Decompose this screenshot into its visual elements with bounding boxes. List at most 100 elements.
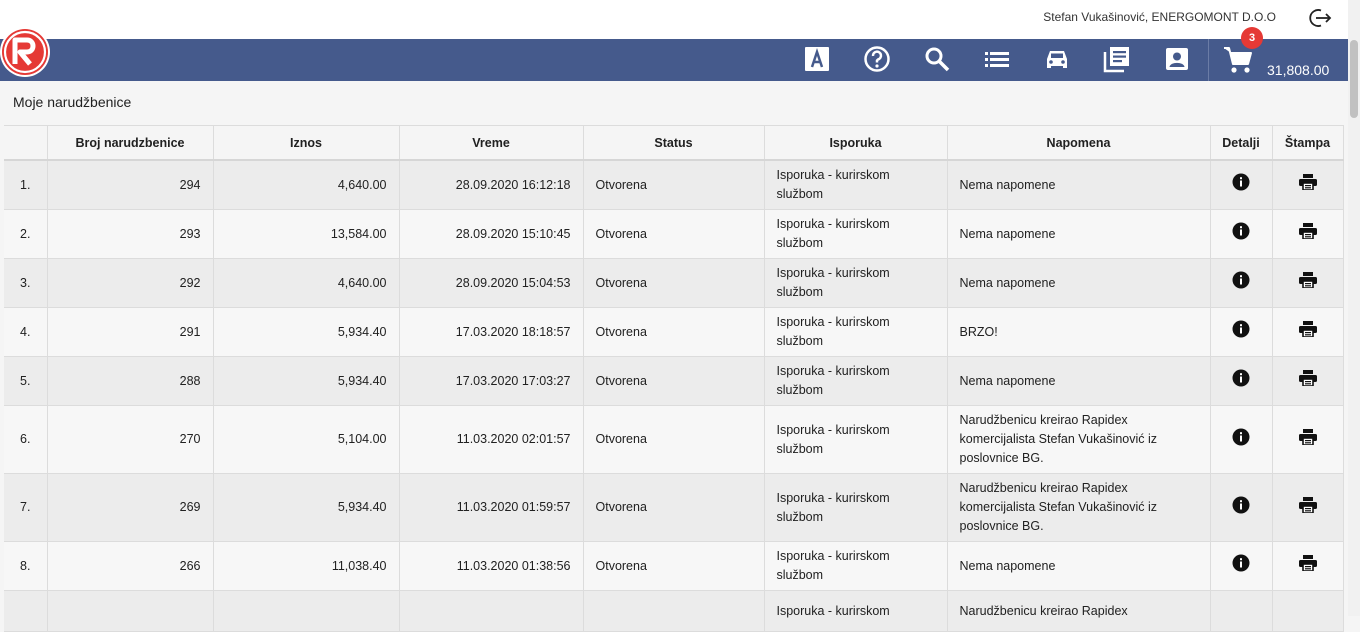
row-index: 8. <box>4 541 48 591</box>
scrollbar-thumb[interactable] <box>1350 40 1358 118</box>
table-header-row: Broj narudzbenice Iznos Vreme Status Isp… <box>4 125 1344 161</box>
letter-a-icon[interactable] <box>802 44 832 74</box>
car-icon[interactable] <box>1042 44 1072 74</box>
order-number-cell: 266 <box>47 541 214 591</box>
row-index <box>4 590 48 632</box>
print-icon[interactable] <box>1298 496 1317 519</box>
print-icon[interactable] <box>1298 272 1317 294</box>
time-cell: 11.03.2020 02:01:57 <box>399 405 584 474</box>
table-row[interactable]: Isporuka - kurirskom Narudžbenicu kreirao… <box>4 590 1344 632</box>
info-icon[interactable] <box>1232 428 1250 452</box>
details-cell <box>1210 356 1273 406</box>
order-number-cell: 269 <box>47 473 214 542</box>
time-cell: 11.03.2020 01:59:57 <box>399 473 584 542</box>
status-cell <box>583 590 765 632</box>
amount-cell: 4,640.00 <box>213 258 400 308</box>
col-header-delivery[interactable]: Isporuka <box>764 125 948 161</box>
table-row[interactable]: 3. 292 4,640.00 28.09.2020 15:04:53 Otvorena… <box>4 258 1344 308</box>
note-cell: Nema napomene <box>947 160 1211 210</box>
main-navbar <box>0 39 1348 81</box>
details-cell <box>1210 473 1273 542</box>
search-icon[interactable] <box>922 44 952 74</box>
print-cell <box>1272 307 1344 357</box>
col-header-note[interactable]: Napomena <box>947 125 1211 161</box>
table-row[interactable]: 8. 266 11,038.40 11.03.2020 01:38:56 Otvoren… <box>4 541 1344 591</box>
info-icon[interactable] <box>1232 369 1250 393</box>
status-cell: Otvorena <box>583 405 765 474</box>
amount-cell: 5,934.40 <box>213 307 400 357</box>
vertical-scrollbar[interactable] <box>1348 0 1360 616</box>
print-icon[interactable] <box>1298 321 1317 343</box>
amount-cell: 4,640.00 <box>213 160 400 210</box>
table-row[interactable]: 6. 270 5,104.00 11.03.2020 02:01:57 Otvorena… <box>4 405 1344 474</box>
print-icon[interactable] <box>1298 555 1317 577</box>
delivery-cell: Isporuka - kurirskom službom <box>764 405 948 474</box>
table-row[interactable]: 2. 293 13,584.00 28.09.2020 15:10:45 Otvoren… <box>4 209 1344 259</box>
amount-cell: 5,934.40 <box>213 473 400 542</box>
help-icon[interactable] <box>862 44 892 74</box>
col-header-status[interactable]: Status <box>583 125 765 161</box>
details-cell <box>1210 405 1273 474</box>
print-icon[interactable] <box>1298 428 1317 451</box>
col-header-order-number[interactable]: Broj narudzbenice <box>47 125 214 161</box>
info-icon[interactable] <box>1232 271 1250 295</box>
delivery-cell: Isporuka - kurirskom službom <box>764 258 948 308</box>
col-header-time[interactable]: Vreme <box>399 125 584 161</box>
amount-cell: 5,104.00 <box>213 405 400 474</box>
info-icon[interactable] <box>1232 554 1250 578</box>
delivery-cell: Isporuka - kurirskom službom <box>764 209 948 259</box>
cart-icon[interactable] <box>1222 45 1254 75</box>
logout-icon[interactable] <box>1307 7 1333 29</box>
row-index: 5. <box>4 356 48 406</box>
order-number-cell: 270 <box>47 405 214 474</box>
contact-icon[interactable] <box>1162 44 1192 74</box>
print-cell <box>1272 590 1344 632</box>
order-number-cell: 292 <box>47 258 214 308</box>
table-row[interactable]: 4. 291 5,934.40 17.03.2020 18:18:57 Otvorena… <box>4 307 1344 357</box>
order-number-cell: 293 <box>47 209 214 259</box>
print-icon[interactable] <box>1298 174 1317 196</box>
table-row[interactable]: 5. 288 5,934.40 17.03.2020 17:03:27 Otvorena… <box>4 356 1344 406</box>
catalog-icon[interactable] <box>1102 44 1132 74</box>
print-cell <box>1272 160 1344 210</box>
amount-cell: 5,934.40 <box>213 356 400 406</box>
status-cell: Otvorena <box>583 473 765 542</box>
time-cell: 17.03.2020 17:03:27 <box>399 356 584 406</box>
row-index: 4. <box>4 307 48 357</box>
top-bar: Stefan Vukašinović, ENERGOMONT D.O.O <box>0 0 1360 39</box>
logo-mark <box>2 29 48 75</box>
list-icon[interactable] <box>982 44 1012 74</box>
status-cell: Otvorena <box>583 258 765 308</box>
details-cell <box>1210 590 1273 632</box>
details-cell <box>1210 160 1273 210</box>
print-cell <box>1272 541 1344 591</box>
info-icon[interactable] <box>1232 496 1250 520</box>
print-cell <box>1272 356 1344 406</box>
table-row[interactable]: 1. 294 4,640.00 28.09.2020 16:12:18 Otvorena… <box>4 160 1344 210</box>
info-icon[interactable] <box>1232 173 1250 197</box>
info-icon[interactable] <box>1232 222 1250 246</box>
amount-cell: 13,584.00 <box>213 209 400 259</box>
delivery-cell: Isporuka - kurirskom službom <box>764 307 948 357</box>
table-row[interactable]: 7. 269 5,934.40 11.03.2020 01:59:57 Otvorena… <box>4 473 1344 542</box>
note-cell: Nema napomene <box>947 356 1211 406</box>
time-cell: 28.09.2020 15:04:53 <box>399 258 584 308</box>
navbar-separator <box>1208 39 1209 81</box>
print-icon[interactable] <box>1298 370 1317 392</box>
row-index: 2. <box>4 209 48 259</box>
page-title: Moje narudžbenice <box>13 94 132 110</box>
delivery-cell: Isporuka - kurirskom službom <box>764 473 948 542</box>
info-icon[interactable] <box>1232 320 1250 344</box>
row-index: 6. <box>4 405 48 474</box>
note-cell: Narudžbenicu kreirao Rapidex komercijali… <box>947 473 1211 542</box>
col-header-amount[interactable]: Iznos <box>213 125 400 161</box>
row-index: 7. <box>4 473 48 542</box>
order-number-cell <box>47 590 214 632</box>
note-cell: Narudžbenicu kreirao Rapidex komercijali… <box>947 405 1211 474</box>
print-icon[interactable] <box>1298 223 1317 245</box>
status-cell: Otvorena <box>583 307 765 357</box>
rapidex-logo[interactable] <box>0 27 50 77</box>
time-cell: 17.03.2020 18:18:57 <box>399 307 584 357</box>
time-cell: 11.03.2020 01:38:56 <box>399 541 584 591</box>
note-cell: Narudžbenicu kreirao Rapidex <box>947 590 1211 632</box>
